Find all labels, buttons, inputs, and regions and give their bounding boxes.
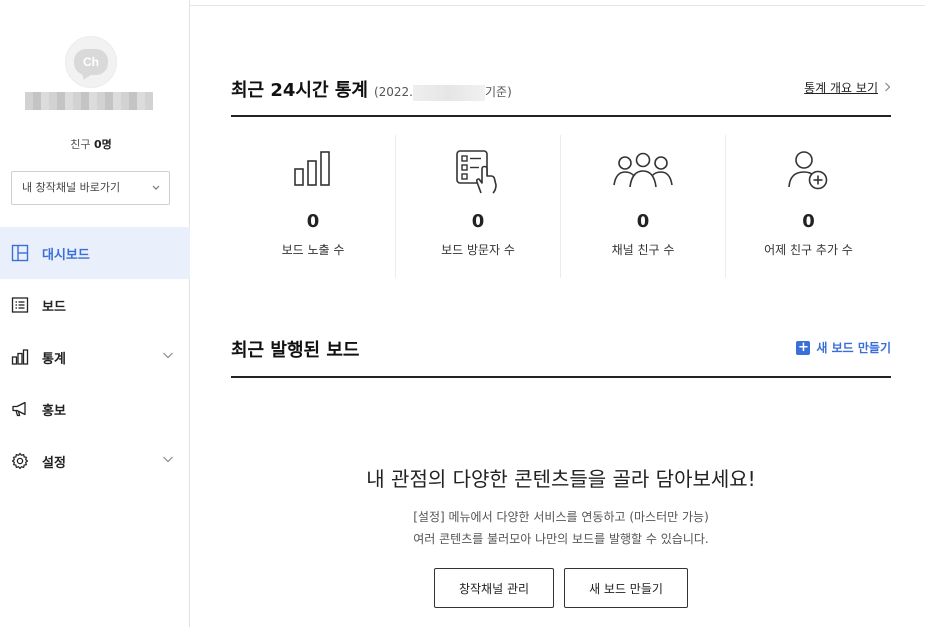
stat-label: 보드 방문자 수: [441, 243, 515, 257]
tap-list-icon: [396, 149, 560, 195]
stats-overview-link[interactable]: 통계 개요 보기: [804, 79, 891, 96]
group-icon: [561, 149, 725, 189]
add-user-icon: [726, 149, 891, 191]
sidebar-item-board[interactable]: 보드: [0, 279, 190, 331]
sidebar-item-promotion[interactable]: 홍보: [0, 383, 190, 435]
board-list-icon: [0, 296, 42, 314]
stats-section-title: 최근 24시간 통계 (2022. 기준): [231, 80, 512, 101]
stat-value: 0: [306, 211, 320, 232]
stat-channel-friends: 0 채널 친구 수: [561, 135, 726, 278]
channel-shortcut-select[interactable]: 내 창작채널 바로가기: [11, 171, 170, 205]
sidebar-item-label: 보드: [42, 299, 66, 315]
friend-count: 친구 0명: [70, 138, 112, 151]
chevron-down-icon: [162, 453, 174, 469]
chat-bubble-icon: Ch: [74, 49, 108, 75]
megaphone-icon: [0, 400, 42, 418]
stat-value: 0: [471, 211, 485, 232]
stats-date: (2022. 기준): [373, 84, 512, 101]
boards-divider: [231, 376, 891, 378]
chevron-right-icon: [884, 81, 891, 95]
stat-board-impressions: 0 보드 노출 수: [231, 135, 396, 278]
sidebar-item-label: 홍보: [42, 403, 66, 419]
channel-avatar[interactable]: Ch: [65, 36, 117, 88]
plus-icon: +: [796, 339, 811, 355]
bar-chart-icon: [231, 149, 395, 187]
sidebar-item-statistics[interactable]: 통계: [0, 331, 190, 383]
sidebar-item-settings[interactable]: 설정: [0, 435, 190, 487]
stat-value: 0: [802, 211, 815, 232]
sidebar-item-label: 대시보드: [42, 247, 90, 263]
sidebar: Ch 친구 0명 내 창작채널 바로가기 대시보드 보드 통계 홍보 설정: [0, 0, 190, 627]
sidebar-item-label: 설정: [42, 455, 66, 471]
stat-value: 0: [636, 211, 650, 232]
stats-divider: [231, 115, 891, 117]
bar-chart-icon: [0, 348, 42, 366]
chevron-down-icon: [151, 172, 161, 218]
empty-state-desc-line2: 여러 콘텐츠를 불러모아 나만의 보드를 발행할 수 있습니다.: [413, 532, 709, 546]
channel-name-redacted: [25, 92, 153, 110]
stats-grid: 0 보드 노출 수 0 보드 방문자 수 0 채널 친구 수 0 어제 친구 추…: [231, 135, 891, 278]
manage-channel-button[interactable]: 창작채널 관리: [434, 568, 554, 608]
stat-yesterday-added-friends: 0 어제 친구 추가 수: [726, 135, 891, 278]
stat-label: 보드 노출 수: [281, 243, 345, 257]
friend-count-value: 0명: [93, 138, 112, 151]
stat-label: 어제 친구 추가 수: [764, 243, 853, 257]
sidebar-item-dashboard[interactable]: 대시보드: [0, 227, 190, 279]
stat-label: 채널 친구 수: [611, 243, 675, 257]
create-board-button[interactable]: 새 보드 만들기: [564, 568, 688, 608]
top-divider: [190, 5, 925, 6]
stat-board-visitors: 0 보드 방문자 수: [396, 135, 561, 278]
dashboard-icon: [0, 244, 42, 262]
chevron-down-icon: [162, 349, 174, 365]
date-redacted: [413, 84, 485, 101]
gear-icon: [0, 452, 42, 470]
empty-state-title: 내 관점의 다양한 콘텐츠들을 골라 담아보세요!: [366, 467, 756, 491]
boards-section-title: 최근 발행된 보드: [231, 340, 360, 361]
new-board-link[interactable]: + 새 보드 만들기: [796, 339, 891, 356]
empty-state-desc-line1: [설정] 메뉴에서 다양한 서비스를 연동하고 (마스터만 가능): [413, 510, 709, 524]
sidebar-item-label: 통계: [42, 351, 66, 367]
